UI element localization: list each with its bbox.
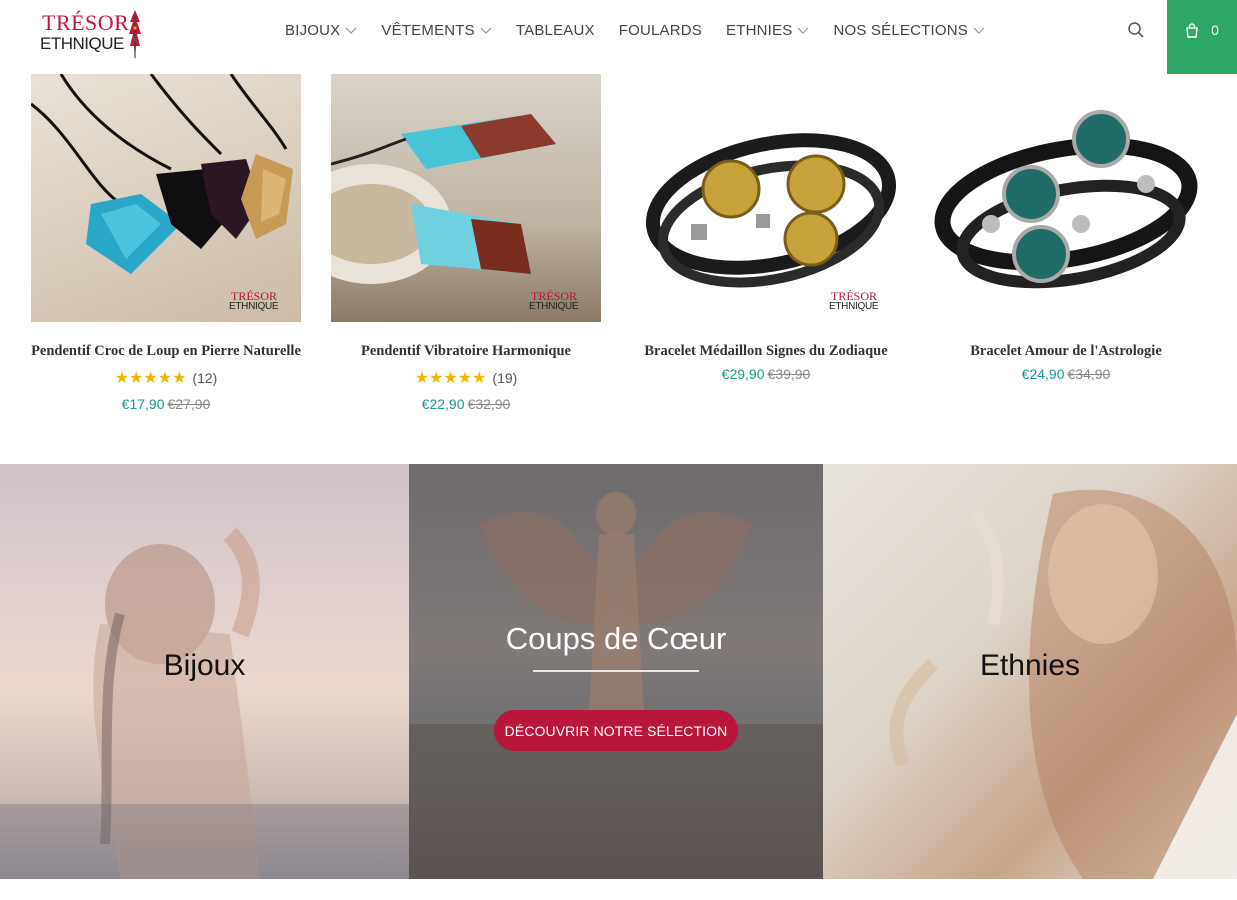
feather-headdress-icon (129, 10, 141, 60)
search-icon[interactable] (1127, 21, 1145, 39)
nav-foulards[interactable]: FOULARDS (619, 22, 702, 39)
product-title[interactable]: Bracelet Médaillon Signes du Zodiaque (631, 343, 901, 360)
product-image[interactable]: TRÉSOR ETHNIQUE (331, 74, 601, 322)
product-price: €17,90 €27,90 (31, 396, 301, 412)
watermark-line-2: ETHNIQUE (529, 301, 579, 312)
product-price: €29,90 €39,90 (631, 366, 901, 382)
product-image[interactable]: TRÉSOR ETHNIQUE (31, 74, 301, 322)
watermark-logo: TRÉSOR ETHNIQUE (529, 289, 595, 317)
product-card[interactable]: TRÉSOR ETHNIQUE Pendentif Vibratoire Har… (331, 74, 601, 412)
wolf-tooth-pendants-image (31, 74, 293, 274)
main-nav: BIJOUX VÊTEMENTS TABLEAUX FOULARDS ETHNI… (285, 22, 1009, 39)
star-rating-icon: ★★★★★ (414, 370, 487, 387)
resin-pendant-image (331, 114, 556, 284)
banner-label: Bijoux (163, 649, 246, 682)
sale-price: €24,90 (1021, 366, 1065, 382)
zodiac-bracelet-image (645, 133, 897, 288)
product-card[interactable]: TRÉSOR ETHNIQUE Pendentif Croc de Loup e… (31, 74, 301, 412)
cart-button[interactable]: 0 (1167, 0, 1237, 74)
compare-price: €27,90 (167, 396, 211, 412)
logo-line-2: ETHNIQUE (40, 34, 124, 53)
site-header: TRÉSOR ETHNIQUE BIJOUX VÊTEMENTS TABLEAU… (0, 0, 1237, 74)
compare-price: €39,90 (767, 366, 811, 382)
nav-nos-selections[interactable]: NOS SÉLECTIONS (833, 22, 985, 39)
watermark-logo: TRÉSOR ETHNIQUE (229, 289, 295, 317)
shopping-bag-icon (1186, 23, 1198, 38)
discover-selection-button[interactable]: DÉCOUVRIR NOTRE SÉLECTION (494, 710, 738, 751)
nav-vetements[interactable]: VÊTEMENTS (381, 22, 492, 39)
banner-label: Ethnies (979, 649, 1081, 682)
site-logo[interactable]: TRÉSOR ETHNIQUE (40, 8, 150, 62)
product-price: €22,90 €32,90 (331, 396, 601, 412)
sale-price: €17,90 (121, 396, 165, 412)
watermark-line-2: ETHNIQUE (229, 301, 279, 312)
compare-price: €32,90 (467, 396, 511, 412)
banner-divider (533, 670, 699, 672)
watermark-line-2: ETHNIQUE (829, 301, 879, 312)
product-card[interactable]: TRÉSOR ETHNIQUE Bracelet Médaillon Signe… (631, 74, 901, 382)
compare-price: €34,90 (1067, 366, 1111, 382)
watermark-logo: TRÉSOR ETHNIQUE (829, 289, 895, 317)
nav-label: FOULARDS (618, 22, 703, 39)
product-image[interactable]: TRÉSOR ETHNIQUE (631, 74, 901, 322)
star-rating-icon: ★★★★★ (114, 370, 187, 387)
review-count: (19) (492, 370, 518, 386)
nav-tableaux[interactable]: TABLEAUX (516, 22, 595, 39)
nav-ethnies[interactable]: ETHNIES (726, 22, 809, 39)
collection-banners: Bijoux Coups de Cœur DÉCOUVRIR NOTRE SÉL… (0, 464, 1237, 879)
nav-label: VÊTEMENTS (381, 22, 475, 39)
banner-bijoux[interactable]: Bijoux (0, 464, 409, 879)
nav-label: TABLEAUX (515, 22, 595, 39)
logo-line-1: TRÉSOR (42, 10, 130, 35)
product-card[interactable]: Bracelet Amour de l'Astrologie €24,90 €34… (931, 74, 1201, 382)
product-image[interactable] (931, 74, 1201, 322)
product-rating: ★★★★★ (12) (31, 368, 301, 388)
cart-count: 0 (1211, 22, 1219, 38)
nav-label: BIJOUX (285, 22, 341, 39)
nav-label: NOS SÉLECTIONS (833, 22, 968, 39)
review-count: (12) (192, 370, 218, 386)
banner-coups-de-coeur[interactable]: Coups de Cœur DÉCOUVRIR NOTRE SÉLECTION (409, 464, 823, 879)
sale-price: €29,90 (721, 366, 765, 382)
product-price: €24,90 €34,90 (931, 366, 1201, 382)
chevron-down-icon (798, 27, 809, 34)
product-title[interactable]: Pendentif Vibratoire Harmonique (331, 343, 601, 360)
nav-bijoux[interactable]: BIJOUX (285, 22, 357, 39)
banner-label: Coups de Cœur (505, 621, 727, 656)
chevron-down-icon (480, 27, 492, 34)
product-rating: ★★★★★ (19) (331, 368, 601, 388)
product-title[interactable]: Bracelet Amour de l'Astrologie (931, 343, 1201, 360)
product-title[interactable]: Pendentif Croc de Loup en Pierre Naturel… (31, 343, 301, 360)
banner-ethnies[interactable]: Ethnies (823, 464, 1237, 879)
nav-label: ETHNIES (726, 22, 793, 39)
sale-price: €22,90 (421, 396, 465, 412)
chevron-down-icon (973, 27, 985, 34)
astrology-bracelet-image (934, 110, 1198, 289)
chevron-down-icon (345, 27, 357, 34)
